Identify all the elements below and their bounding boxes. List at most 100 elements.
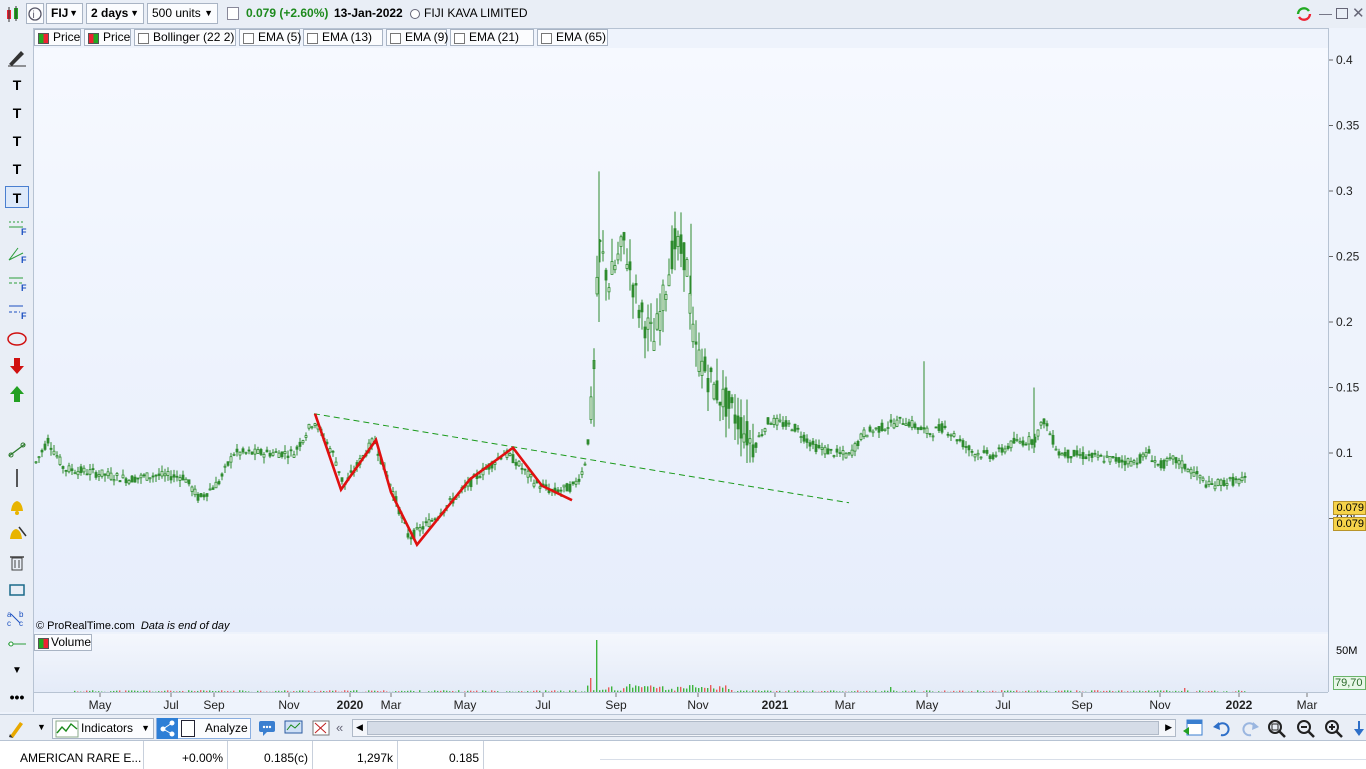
period-selector[interactable]: 2 days▼ <box>86 3 144 24</box>
maximize-icon[interactable] <box>1336 8 1348 19</box>
candle-color-icon[interactable] <box>88 33 99 44</box>
zoom-out-icon[interactable] <box>1295 718 1317 741</box>
draw-tool-icon[interactable] <box>6 718 28 739</box>
legend-item-7[interactable]: EMA (65) <box>537 29 608 46</box>
calendar-icon[interactable] <box>1182 718 1204 741</box>
scroll-end-icon[interactable] <box>1352 718 1366 741</box>
trash-icon[interactable] <box>5 552 29 574</box>
candle <box>998 444 1000 452</box>
checkbox-icon[interactable] <box>541 33 552 44</box>
legend-item-4[interactable]: EMA (13) <box>303 29 383 46</box>
text-icon[interactable]: T <box>5 158 29 180</box>
text-icon[interactable]: T <box>5 74 29 96</box>
candle <box>773 415 775 428</box>
checkbox-icon[interactable] <box>307 33 318 44</box>
candle <box>902 418 904 424</box>
refresh-icon[interactable] <box>1294 5 1314 23</box>
arrow-up-icon[interactable] <box>5 384 29 406</box>
candle <box>677 230 679 260</box>
text-box-icon[interactable]: T <box>5 186 29 208</box>
candle <box>1070 456 1072 463</box>
legend-item-1[interactable]: Price <box>84 29 131 46</box>
candle <box>914 422 916 430</box>
arrow-down-icon[interactable] <box>5 356 29 378</box>
indicators-button[interactable]: Indicators ▼ <box>52 718 154 739</box>
fib-retracement-icon[interactable]: F <box>5 272 29 294</box>
scissors-icon[interactable] <box>311 719 331 740</box>
time-scrollbar[interactable]: ◀ ▶ <box>352 719 1176 737</box>
undo-icon[interactable] <box>1212 719 1232 740</box>
checkbox-icon[interactable] <box>243 33 254 44</box>
scroll-left-icon[interactable]: « <box>336 720 343 735</box>
minimize-icon[interactable]: — <box>1319 6 1332 21</box>
price-chart-canvas[interactable] <box>34 48 1328 632</box>
time-axis[interactable]: MayJulSepNov2020MarMayJulSepNov2021MarMa… <box>34 692 1328 715</box>
ellipse-icon[interactable] <box>5 328 29 350</box>
price-axis[interactable]: 0.40.350.30.250.20.150.10.05 0.079 0.079… <box>1328 28 1366 692</box>
candle <box>713 382 715 401</box>
candle <box>656 298 658 331</box>
chevron-down-icon[interactable]: ▼ <box>37 722 46 732</box>
scroll-arrow-left-icon[interactable]: ◀ <box>356 722 363 733</box>
candle <box>566 483 568 491</box>
symbol-selector[interactable]: FIJ▼ <box>46 3 83 24</box>
redo-icon[interactable] <box>1240 719 1260 740</box>
zoom-box-icon[interactable] <box>1266 718 1288 741</box>
watermark: © ProRealTime.com Data is end of day <box>36 620 230 632</box>
candle <box>989 454 991 462</box>
vertical-line-icon[interactable] <box>5 468 29 490</box>
scroll-down-icon[interactable]: ▼ <box>5 660 29 682</box>
legend-item-5[interactable]: EMA (9) <box>386 29 447 46</box>
close-icon[interactable]: ✕ <box>1352 4 1365 22</box>
units-selector[interactable]: 500 units▼ <box>147 3 218 24</box>
text-icon[interactable]: T <box>5 130 29 152</box>
legend-item-label: Bollinger (22 2) <box>153 30 234 44</box>
screen-icon[interactable] <box>284 719 304 740</box>
legend-item-3[interactable]: EMA (5) <box>239 29 300 46</box>
candle <box>956 439 958 444</box>
checkbox-icon[interactable] <box>390 33 401 44</box>
trendline-icon[interactable] <box>5 440 29 462</box>
details-icon[interactable] <box>227 7 239 20</box>
info-icon[interactable]: i <box>26 3 44 24</box>
legend-item-6[interactable]: EMA (21) <box>450 29 534 46</box>
alert-bell-icon[interactable] <box>5 496 29 518</box>
candle <box>926 426 928 438</box>
checkbox-icon[interactable] <box>138 33 149 44</box>
trend-line[interactable] <box>314 414 849 503</box>
price-chart[interactable]: © ProRealTime.com Data is end of day <box>34 48 1328 632</box>
label-ab-icon[interactable]: abcc <box>5 608 29 630</box>
more-icon[interactable]: ••• <box>5 686 29 708</box>
fib-extension-icon[interactable]: F <box>5 300 29 322</box>
candle <box>602 230 604 261</box>
volume-panel[interactable]: Volume <box>34 634 1328 692</box>
fib-level-icon[interactable]: F <box>5 216 29 238</box>
watchlist-row[interactable]: AMERICAN RARE E... +0.00% 0.185(c) 1,297… <box>0 740 1366 769</box>
rectangle-icon[interactable] <box>5 580 29 602</box>
legend-item-2[interactable]: Bollinger (22 2) <box>134 29 236 46</box>
checkbox-icon[interactable] <box>454 33 465 44</box>
alert-bell-edit-icon[interactable] <box>5 524 29 546</box>
candle <box>908 419 910 428</box>
candle <box>1208 476 1210 487</box>
pencil-icon[interactable] <box>5 47 29 69</box>
candle <box>722 370 724 420</box>
chat-icon[interactable] <box>258 719 278 740</box>
chart-pattern-line[interactable] <box>315 414 572 545</box>
chart-type-icon[interactable] <box>4 5 22 23</box>
scrollbar-thumb[interactable] <box>367 721 1159 735</box>
candle <box>269 450 271 458</box>
horizontal-line-icon[interactable] <box>5 634 29 656</box>
candle <box>77 467 79 479</box>
zoom-in-icon[interactable] <box>1323 718 1345 741</box>
watchlist-name[interactable]: AMERICAN RARE E... <box>0 741 144 769</box>
fib-fan-icon[interactable]: F <box>5 244 29 266</box>
legend-item-0[interactable]: Price <box>34 29 81 46</box>
text-icon[interactable]: T <box>5 102 29 124</box>
candle <box>866 435 868 437</box>
scroll-arrow-right-icon[interactable]: ▶ <box>1165 722 1172 733</box>
analyze-button[interactable]: Analyze <box>156 718 251 739</box>
time-tick-label: 2022 <box>1226 698 1253 712</box>
candle <box>194 485 196 497</box>
candle-color-icon[interactable] <box>38 33 49 44</box>
